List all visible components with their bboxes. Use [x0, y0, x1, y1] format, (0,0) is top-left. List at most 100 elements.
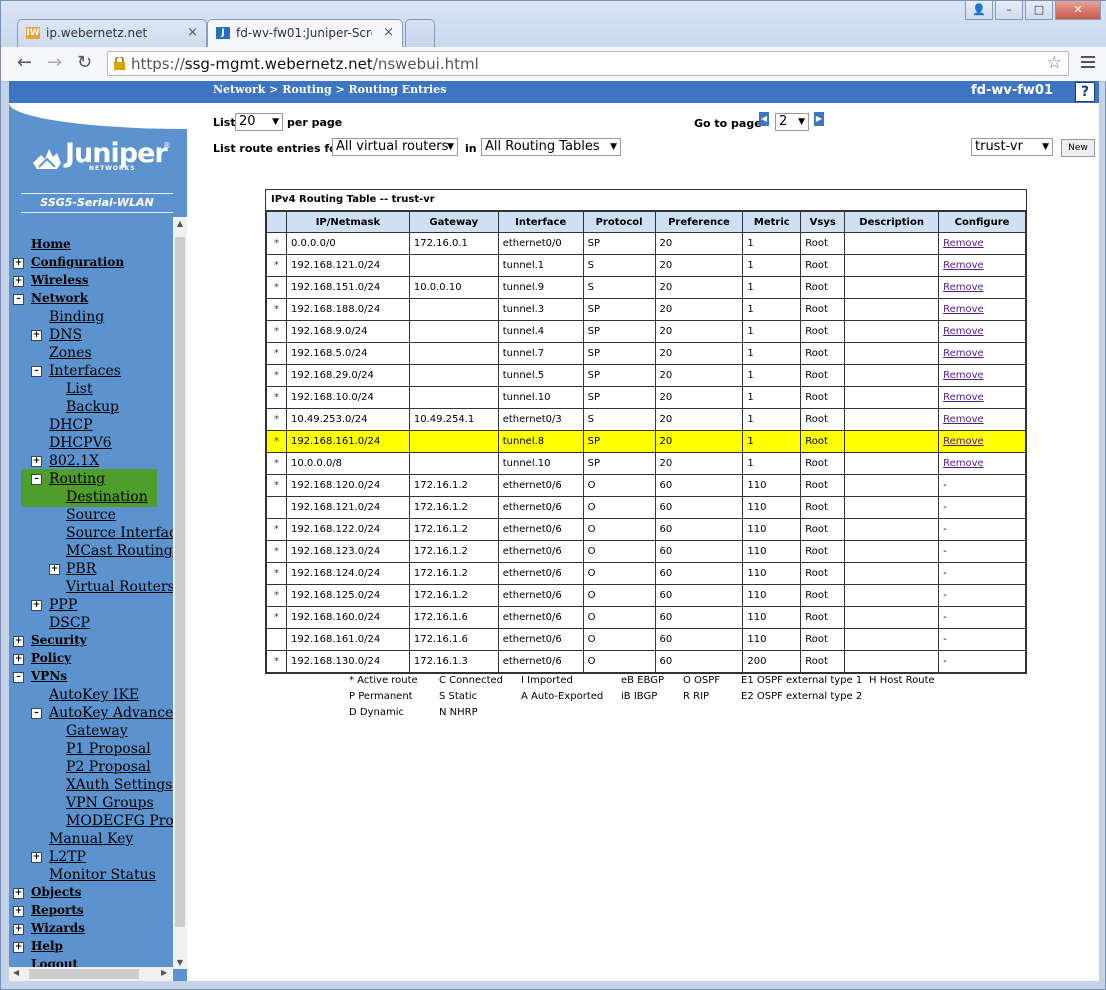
sidebar-item-source-interface[interactable]: Source Interface: [66, 525, 185, 541]
sidebar-item-backup[interactable]: Backup: [66, 399, 119, 415]
remove-link[interactable]: Remove: [943, 392, 984, 403]
expand-icon[interactable]: +: [13, 654, 24, 665]
user-icon[interactable]: 👤: [965, 1, 993, 20]
remove-link[interactable]: Remove: [943, 458, 984, 469]
expand-icon[interactable]: +: [13, 888, 24, 899]
sidebar-item-gateway[interactable]: Gateway: [66, 723, 128, 739]
sidebar-item-dhcpv6[interactable]: DHCPV6: [49, 435, 112, 451]
next-page-icon[interactable]: ▶: [814, 112, 824, 126]
virtual-router-filter[interactable]: All virtual routers ▼: [332, 138, 458, 156]
sidebar-item-objects[interactable]: Objects: [31, 885, 81, 899]
reload-icon[interactable]: ↻: [77, 53, 92, 73]
sidebar-item-list[interactable]: List: [66, 381, 93, 397]
tab-close-icon[interactable]: ×: [383, 25, 394, 40]
sidebar-item-zones[interactable]: Zones: [49, 345, 92, 361]
sidebar-item-ppp[interactable]: PPP: [49, 597, 77, 613]
sidebar-item-binding[interactable]: Binding: [49, 309, 104, 325]
sidebar-item-home[interactable]: Home: [31, 237, 71, 251]
sidebar-item-vpns[interactable]: VPNs: [31, 669, 67, 683]
expand-icon[interactable]: +: [49, 564, 60, 575]
sidebar-item-security[interactable]: Security: [31, 633, 87, 647]
sidebar-item-dscp[interactable]: DSCP: [49, 615, 90, 631]
expand-icon[interactable]: +: [13, 942, 24, 953]
tab-close-icon[interactable]: ×: [187, 25, 198, 40]
scroll-left-icon[interactable]: ◀: [13, 968, 19, 977]
page-size-select[interactable]: 20 ▼: [235, 113, 283, 131]
expand-icon[interactable]: +: [13, 258, 24, 269]
collapse-icon[interactable]: –: [31, 474, 42, 485]
scroll-right-icon[interactable]: ▶: [161, 968, 167, 977]
prev-page-icon[interactable]: ◀: [759, 112, 769, 126]
remove-link[interactable]: Remove: [943, 260, 984, 271]
virtual-router-select[interactable]: trust-vr ▼: [971, 138, 1053, 156]
remove-link[interactable]: Remove: [943, 414, 984, 425]
expand-icon[interactable]: +: [31, 330, 42, 341]
remove-link[interactable]: Remove: [943, 282, 984, 293]
sidebar-item-reports[interactable]: Reports: [31, 903, 84, 917]
new-route-button[interactable]: New: [1061, 139, 1095, 157]
collapse-icon[interactable]: –: [13, 294, 24, 305]
sidebar-item-autokey-ike[interactable]: AutoKey IKE: [49, 687, 139, 703]
help-icon[interactable]: ?: [1075, 82, 1095, 102]
sidebar-item-modecfg-profiles[interactable]: MODECFG Profiles: [66, 813, 187, 829]
hamburger-menu-icon[interactable]: [1081, 53, 1095, 71]
sidebar-item-policy[interactable]: Policy: [31, 651, 71, 665]
expand-icon[interactable]: +: [13, 924, 24, 935]
sidebar-horizontal-scrollbar[interactable]: ◀ ▶: [9, 967, 173, 981]
expand-icon[interactable]: +: [13, 906, 24, 917]
tab-juniper-screen[interactable]: J fd-wv-fw01:Juniper-Screen ×: [207, 19, 403, 47]
sidebar-item-network[interactable]: Network: [31, 291, 88, 305]
sidebar-item-dhcp[interactable]: DHCP: [49, 417, 93, 433]
vertical-scroll-thumb[interactable]: [175, 237, 185, 927]
collapse-icon[interactable]: –: [31, 366, 42, 377]
expand-icon[interactable]: +: [13, 276, 24, 287]
sidebar-item-autokey-advanced[interactable]: AutoKey Advanced: [49, 705, 182, 721]
sidebar-item-pbr[interactable]: PBR: [66, 561, 96, 577]
sidebar-item-mcast-routing[interactable]: MCast Routing: [66, 543, 173, 559]
sidebar-item-wireless[interactable]: Wireless: [31, 273, 89, 287]
expand-icon[interactable]: +: [31, 600, 42, 611]
back-arrow-icon[interactable]: ←: [17, 53, 32, 73]
remove-link[interactable]: Remove: [943, 348, 984, 359]
sidebar-item-p1-proposal[interactable]: P1 Proposal: [66, 741, 151, 757]
horizontal-scroll-thumb[interactable]: [29, 969, 139, 979]
sidebar-item-802-1x[interactable]: 802.1X: [49, 453, 99, 469]
sidebar-item-p2-proposal[interactable]: P2 Proposal: [66, 759, 151, 775]
scroll-down-icon[interactable]: ▼: [173, 958, 187, 967]
collapse-icon[interactable]: –: [13, 672, 24, 683]
sidebar-item-configuration[interactable]: Configuration: [31, 255, 124, 269]
remove-link[interactable]: Remove: [943, 326, 984, 337]
sidebar-item-source[interactable]: Source: [66, 507, 116, 523]
expand-icon[interactable]: +: [13, 636, 24, 647]
forward-arrow-icon[interactable]: →: [47, 53, 62, 73]
sidebar-vertical-scrollbar[interactable]: ▲ ▼: [173, 217, 187, 969]
remove-link[interactable]: Remove: [943, 370, 984, 381]
page-number-select[interactable]: 2 ▼: [775, 113, 809, 131]
new-tab-button[interactable]: [405, 19, 435, 47]
scroll-up-icon[interactable]: ▲: [173, 219, 187, 228]
sidebar-item-interfaces[interactable]: Interfaces: [49, 363, 121, 379]
sidebar-item-manual-key[interactable]: Manual Key: [49, 831, 133, 847]
remove-link[interactable]: Remove: [943, 238, 984, 249]
routing-table-filter[interactable]: All Routing Tables ▼: [481, 138, 621, 156]
address-bar[interactable]: https://ssg-mgmt.webernetz.net/nswebui.h…: [107, 51, 1069, 76]
remove-link[interactable]: Remove: [943, 436, 984, 447]
sidebar-item-monitor-status[interactable]: Monitor Status: [49, 867, 156, 883]
remove-link[interactable]: Remove: [943, 304, 984, 315]
collapse-icon[interactable]: –: [31, 708, 42, 719]
minimize-button[interactable]: –: [995, 1, 1023, 20]
sidebar-item-l2tp[interactable]: L2TP: [49, 849, 86, 865]
sidebar-item-xauth-settings[interactable]: XAuth Settings: [66, 777, 172, 793]
sidebar-item-help[interactable]: Help: [31, 939, 63, 953]
expand-icon[interactable]: +: [31, 456, 42, 467]
sidebar-item-routing[interactable]: Routing: [49, 471, 105, 487]
bookmark-star-icon[interactable]: ☆: [1047, 53, 1062, 73]
close-window-button[interactable]: ✕: [1055, 1, 1101, 20]
sidebar-item-dns[interactable]: DNS: [49, 327, 82, 343]
sidebar-item-vpn-groups[interactable]: VPN Groups: [66, 795, 154, 811]
sidebar-item-destination[interactable]: Destination: [66, 489, 148, 505]
expand-icon[interactable]: +: [31, 852, 42, 863]
sidebar-item-virtual-routers[interactable]: Virtual Routers: [66, 579, 175, 595]
sidebar-item-wizards[interactable]: Wizards: [31, 921, 85, 935]
tab-ip-webernetz[interactable]: IW ip.webernetz.net ×: [17, 19, 207, 47]
